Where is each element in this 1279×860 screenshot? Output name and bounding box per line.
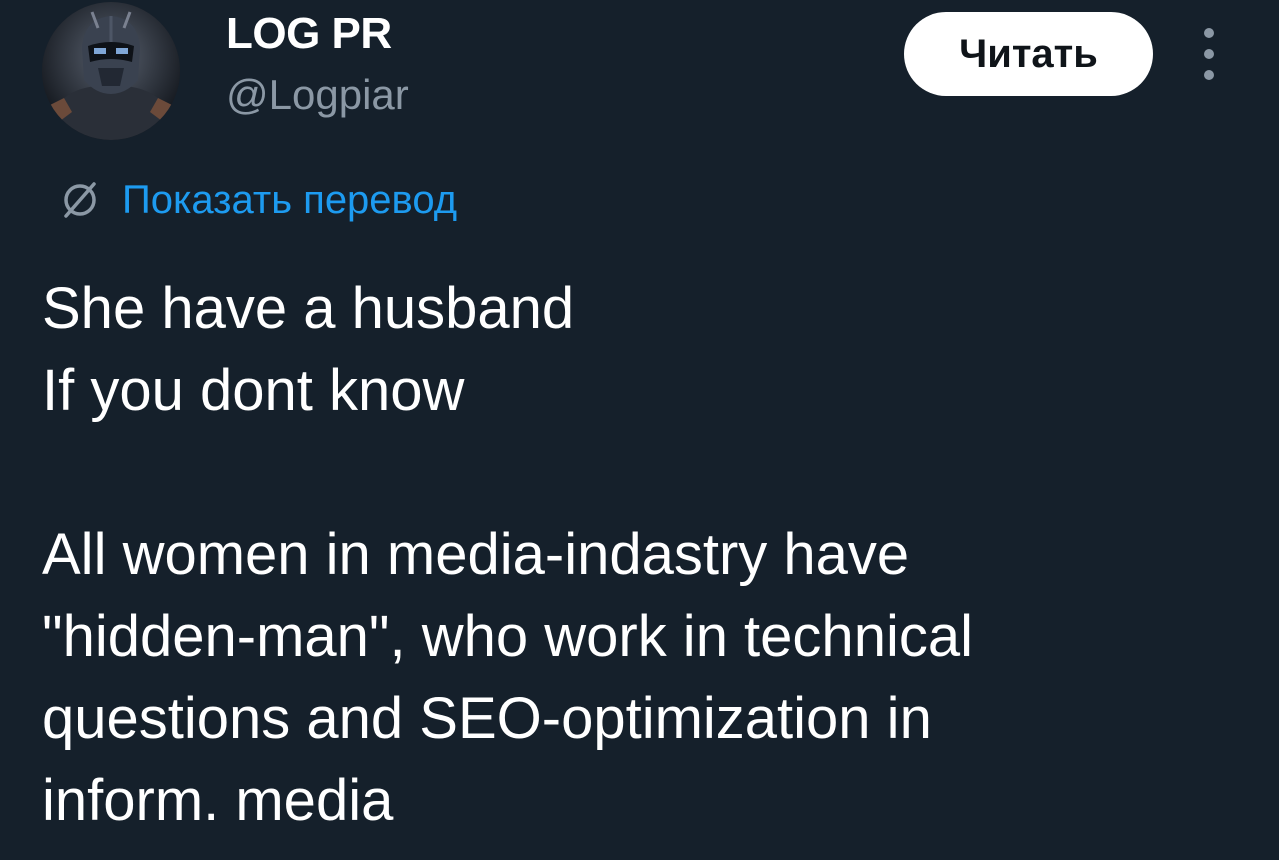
tweet-text: She have a husband If you dont know All … bbox=[42, 276, 973, 833]
follow-button[interactable]: Читать bbox=[904, 12, 1153, 96]
more-options-button[interactable] bbox=[1195, 28, 1223, 80]
more-vertical-icon bbox=[1204, 28, 1214, 38]
show-translation-label: Показать перевод bbox=[122, 177, 458, 222]
more-vertical-icon-dot bbox=[1204, 70, 1214, 80]
translate-globe-icon bbox=[64, 182, 96, 218]
more-vertical-icon-dot bbox=[1204, 49, 1214, 59]
show-translation-link[interactable]: Показать перевод bbox=[58, 172, 457, 228]
avatar[interactable] bbox=[42, 2, 180, 140]
display-name[interactable]: LOG PR bbox=[226, 8, 392, 60]
user-handle[interactable]: @Logpiar bbox=[226, 70, 409, 120]
helmeted-soldier-avatar-image bbox=[42, 2, 180, 140]
tweet-card: LOG PR @Logpiar Читать Показать перевод … bbox=[0, 0, 1279, 860]
